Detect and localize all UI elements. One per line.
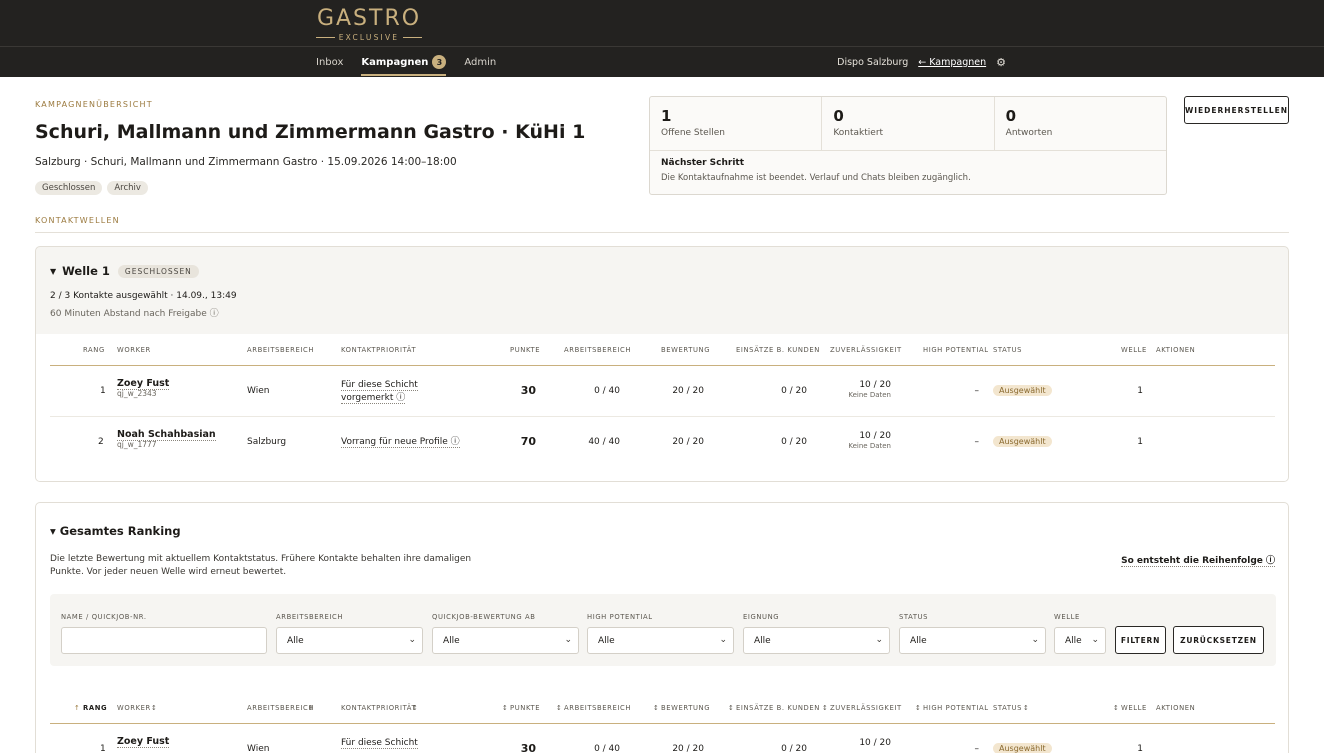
section-label-kontaktwellen: KONTAKTWELLEN	[35, 216, 120, 225]
filter-panel: NAME / QUICKJOB-NR. ARBEITSBEREICH Alle ⌄…	[50, 594, 1276, 666]
main-nav: Inbox Kampagnen 3 Admin	[316, 48, 514, 76]
stat-antworten: 0 Antworten	[1005, 107, 1053, 138]
location-label: Dispo Salzburg	[837, 56, 909, 68]
sort-zuverl[interactable]: ZUVERLÄSSIGKEIT	[830, 704, 902, 712]
sort-arbeitsbereich2[interactable]: ARBEITSBEREICH	[564, 704, 631, 712]
welle-title: Welle 1	[62, 264, 110, 278]
ranking-toggle[interactable]: ▾ Gesamtes Ranking	[50, 524, 181, 538]
status-tags: Geschlossen Archiv	[35, 181, 148, 195]
brand-name: GASTRO	[316, 6, 422, 31]
sort-arbeitsbereich[interactable]: ARBEITSBEREICH	[247, 704, 314, 712]
chevron-down-icon: ⌄	[1031, 635, 1039, 645]
sort-icon: ↕	[412, 704, 419, 712]
sort-icon: ↕	[728, 704, 735, 712]
status-badge: Ausgewählt	[993, 385, 1052, 396]
ranking-table: ↑ RANG WORKER ↕ ARBEITSBEREICH ↕ KONTAKT…	[50, 692, 1275, 753]
caret-down-icon[interactable]: ▼	[50, 267, 56, 276]
top-bar: GASTRO EXCLUSIVE Inbox Kampagnen 3 Admin…	[0, 0, 1324, 77]
welle-table: RANG WORKER ARBEITSBEREICH KONTAKTPRIORI…	[50, 334, 1275, 468]
sort-icon: ↕	[653, 704, 660, 712]
sort-icon: ↕	[308, 704, 315, 712]
stats-panel: 1 Offene Stellen 0 Kontaktiert 0 Antwort…	[649, 96, 1167, 195]
gear-icon[interactable]: ⚙	[996, 56, 1006, 69]
quickjob-select[interactable]: Alle ⌄	[432, 627, 579, 654]
nav-inbox[interactable]: Inbox	[316, 48, 343, 76]
ranking-explanation-link[interactable]: So entsteht die Reihenfolge ⓘ	[1121, 553, 1275, 567]
sort-bewertung[interactable]: BEWERTUNG	[661, 704, 710, 712]
table-row: 1 Zoey Fust Wien Für diese Schicht 30 0 …	[50, 724, 1275, 753]
welle-card: ▼ Welle 1 GESCHLOSSEN 2 / 3 Kontakte aus…	[35, 246, 1289, 482]
status-select[interactable]: Alle ⌄	[899, 627, 1046, 654]
prio-info[interactable]: Vorrang für neue Profile ⓘ	[341, 436, 460, 449]
high-potential-select[interactable]: Alle ⌄	[587, 627, 734, 654]
arbeitsbereich-select[interactable]: Alle ⌄	[276, 627, 423, 654]
sort-einsaetze[interactable]: EINSÄTZE B. KUNDEN	[736, 704, 820, 712]
sort-welle[interactable]: WELLE	[1121, 704, 1147, 712]
sort-punkte[interactable]: PUNKTE	[510, 704, 540, 712]
table-row: 2 Noah Schahbasian qj_w_1777 Salzburg Vo…	[98, 429, 1143, 450]
name-search-input[interactable]	[61, 627, 267, 654]
nav-kampagnen[interactable]: Kampagnen 3	[361, 48, 447, 76]
welle-status-badge: GESCHLOSSEN	[117, 264, 199, 278]
status-badge: Ausgewählt	[993, 743, 1052, 753]
sort-kontaktprio[interactable]: KONTAKTPRIORITÄT	[341, 704, 416, 712]
sort-icon: ↕	[915, 704, 922, 712]
tag-archiv: Archiv	[107, 181, 148, 195]
sort-icon: ↕	[502, 704, 509, 712]
tag-geschlossen: Geschlossen	[35, 181, 103, 195]
stat-kontaktiert: 0 Kontaktiert	[822, 97, 995, 150]
page-title: Schuri, Mallmann und Zimmermann Gastro ·…	[35, 121, 586, 143]
welle-header[interactable]: ▼ Welle 1 GESCHLOSSEN	[50, 264, 199, 278]
sort-icon: ↕	[151, 704, 158, 712]
chevron-down-icon: ⌄	[875, 635, 883, 645]
sort-icon: ↕	[1113, 704, 1120, 712]
welle-interval: 60 Minuten Abstand nach Freigabe ⓘ	[50, 309, 219, 319]
table-header: ↑ RANG WORKER ↕ ARBEITSBEREICH ↕ KONTAKT…	[50, 692, 1275, 724]
ranking-card: ▾ Gesamtes Ranking Die letzte Bewertung …	[35, 502, 1289, 753]
kampagnen-count-badge: 3	[432, 55, 447, 69]
welle-select[interactable]: Alle ⌄	[1054, 627, 1106, 654]
stat-offene-stellen: 1 Offene Stellen	[650, 97, 823, 150]
chevron-down-icon: ⌄	[564, 635, 572, 645]
nav-right: Dispo Salzburg ← Kampagnen ⚙	[837, 48, 1006, 76]
sort-asc-icon: ↑	[74, 704, 81, 712]
next-step: Nächster Schritt Die Kontaktaufnahme ist…	[661, 158, 971, 183]
filter-button[interactable]: FILTERN	[1115, 626, 1166, 654]
eignung-select[interactable]: Alle ⌄	[743, 627, 890, 654]
chevron-down-icon: ⌄	[408, 635, 416, 645]
chevron-down-icon: ⌄	[1091, 635, 1099, 645]
status-badge: Ausgewählt	[993, 436, 1052, 447]
page-subline: Salzburg · Schuri, Mallmann und Zimmerma…	[35, 156, 457, 168]
sort-icon: ↕	[1023, 704, 1030, 712]
back-to-kampagnen-link[interactable]: ← Kampagnen	[918, 57, 986, 68]
sort-rang[interactable]: RANG	[83, 704, 107, 712]
sort-icon: ↕	[822, 704, 829, 712]
ranking-description: Die letzte Bewertung mit aktuellem Konta…	[50, 554, 472, 577]
sort-high[interactable]: HIGH POTENTIAL	[923, 704, 989, 712]
brand-sub: EXCLUSIVE	[316, 33, 422, 42]
page-eyebrow: KAMPAGNENÜBERSICHT	[35, 100, 153, 109]
restore-button[interactable]: WIEDERHERSTELLEN	[1184, 96, 1289, 124]
sort-icon: ↕	[556, 704, 563, 712]
reset-button[interactable]: ZURÜCKSETZEN	[1173, 626, 1264, 654]
table-header: RANG WORKER ARBEITSBEREICH KONTAKTPRIORI…	[50, 334, 1275, 366]
sort-worker[interactable]: WORKER	[117, 704, 151, 712]
prio-info[interactable]: Für diese Schicht vorgemerkt ⓘ	[341, 379, 418, 405]
welle-meta: 2 / 3 Kontakte ausgewählt · 14.09., 13:4…	[50, 291, 237, 301]
sort-status[interactable]: STATUS	[993, 704, 1022, 712]
chevron-down-icon: ⌄	[719, 635, 727, 645]
brand-logo[interactable]: GASTRO EXCLUSIVE	[316, 6, 422, 42]
worker-link[interactable]: Zoey Fust	[117, 736, 170, 748]
table-row: 1 Zoey Fust qj_w_2343 Wien Für diese Sch…	[50, 366, 1275, 417]
nav-admin[interactable]: Admin	[464, 48, 496, 76]
